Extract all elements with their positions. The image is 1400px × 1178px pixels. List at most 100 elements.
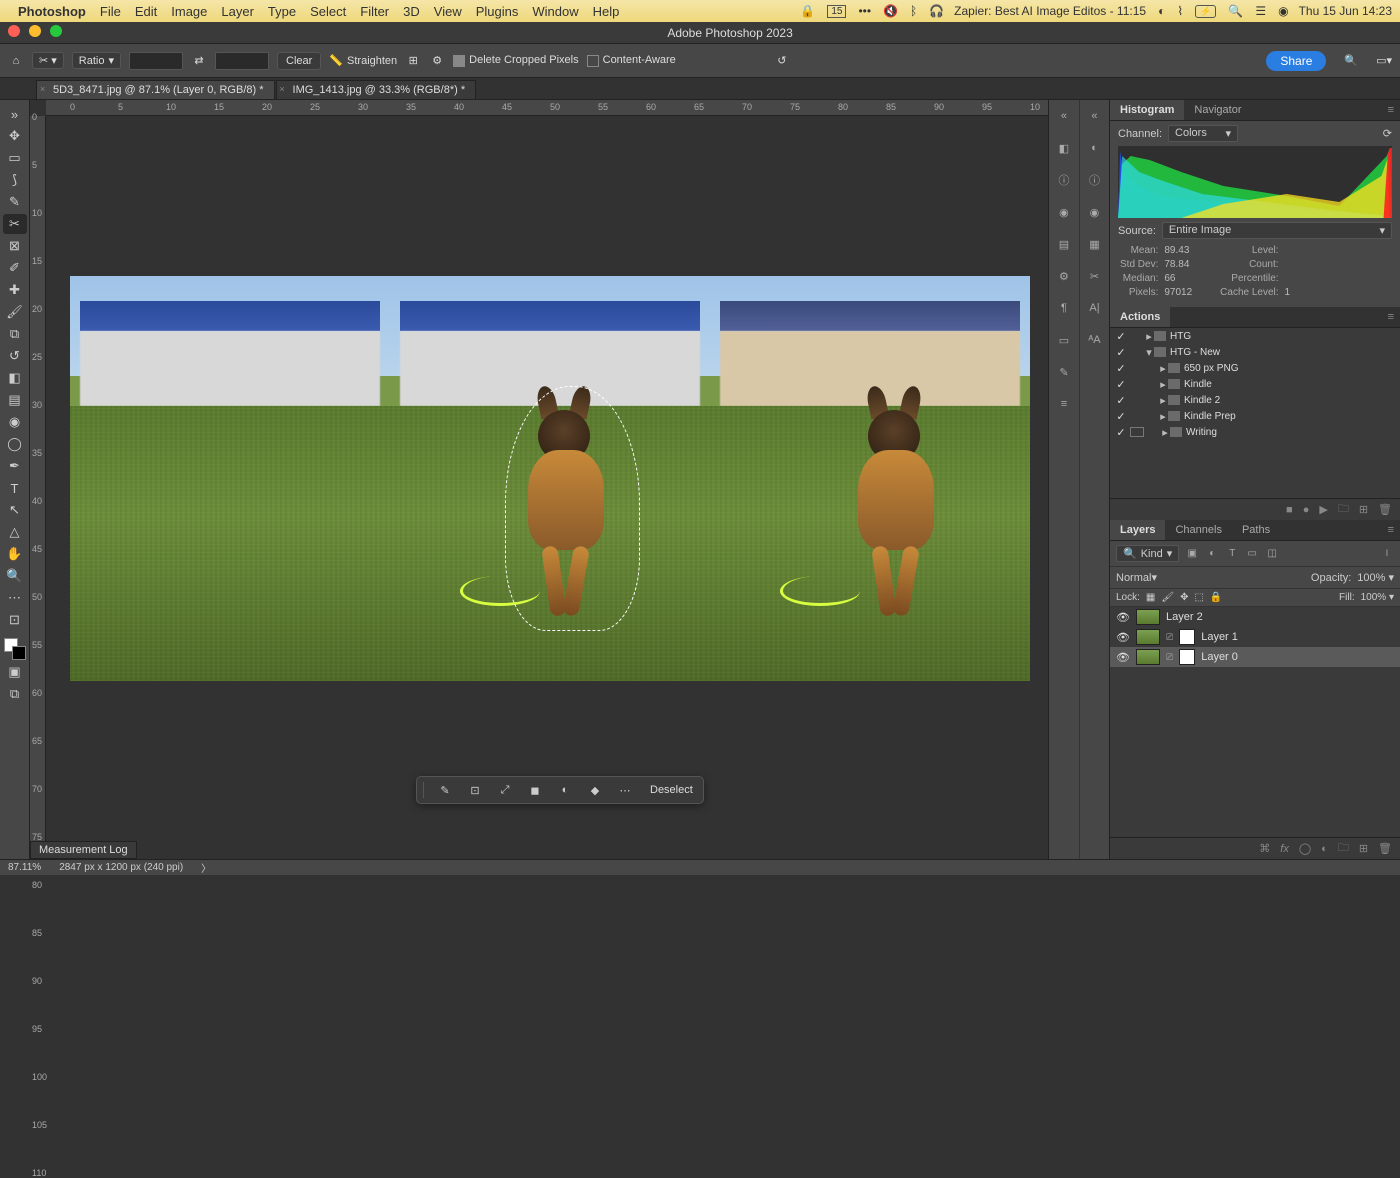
tab-channels[interactable]: Channels <box>1165 520 1231 540</box>
adjustments-icon[interactable]: ◐ <box>1084 138 1104 158</box>
quick-select-tool[interactable]: ✎ <box>3 192 27 212</box>
selection-marquee[interactable] <box>505 386 640 631</box>
close-tab-icon[interactable]: × <box>280 84 285 94</box>
ratio-height[interactable] <box>215 52 269 70</box>
ruler-vertical[interactable]: 0510152025303540455055606570758085909510… <box>30 116 46 859</box>
char-styles-icon[interactable]: ᴬA <box>1084 330 1104 350</box>
frame-tool[interactable]: ⊠ <box>3 236 27 256</box>
filter-toggle-icon[interactable]: ⏽ <box>1380 547 1394 561</box>
quick-mask-icon[interactable]: ▣ <box>3 662 27 682</box>
menu-layer[interactable]: Layer <box>221 4 254 19</box>
action-item[interactable]: ✓▸Kindle Prep <box>1110 408 1400 424</box>
adjustments-panel-icon[interactable]: ⚙ <box>1054 266 1074 286</box>
new-set-icon[interactable]: 🗀 <box>1338 500 1349 519</box>
fill-icon[interactable]: ◆ <box>586 781 604 799</box>
shape-tool[interactable]: △ <box>3 522 27 542</box>
clock[interactable]: Thu 15 Jun 14:23 <box>1299 4 1392 18</box>
mute-icon[interactable]: 🔇 <box>883 4 898 18</box>
blend-mode-select[interactable]: Normal▾ <box>1116 571 1206 584</box>
channel-select[interactable]: Colors▾ <box>1168 125 1238 142</box>
zoom-level[interactable]: 87.11% <box>8 862 41 873</box>
lock-image-icon[interactable]: 🖌 <box>1161 592 1174 603</box>
history-brush-tool[interactable]: ↺ <box>3 346 27 366</box>
color-swatches[interactable] <box>4 638 26 660</box>
path-select-tool[interactable]: ↖ <box>3 500 27 520</box>
close-window[interactable] <box>8 25 20 37</box>
visibility-icon[interactable]: 👁 <box>1116 651 1130 664</box>
moon-icon[interactable]: ◐ <box>1158 4 1165 18</box>
edit-toolbar-icon[interactable]: ⊡ <box>3 610 27 630</box>
action-item[interactable]: ✓▸Kindle <box>1110 376 1400 392</box>
properties-panel-icon[interactable]: ⓘ <box>1054 170 1074 190</box>
panel-menu-icon[interactable]: ≡ <box>1382 307 1400 327</box>
layer-mask-icon[interactable]: ◯ <box>1299 842 1311 855</box>
type-tool[interactable]: T <box>3 478 27 498</box>
menu-filter[interactable]: Filter <box>360 4 389 19</box>
panel-menu-icon[interactable]: ≡ <box>1382 100 1400 120</box>
panel-menu-icon[interactable]: ≡ <box>1382 520 1400 540</box>
layer-row[interactable]: 👁⎚Layer 0 <box>1110 647 1400 667</box>
tool-presets-icon[interactable]: ✂ <box>1084 266 1104 286</box>
styles-panel-icon[interactable]: ≡ <box>1054 394 1074 414</box>
action-item[interactable]: ✓▸HTG <box>1110 328 1400 344</box>
content-aware-checkbox[interactable]: Content-Aware <box>587 54 676 66</box>
menu-view[interactable]: View <box>434 4 462 19</box>
menubar-app-text[interactable]: Zapier: Best AI Image Editos ‑ 11:15 <box>954 4 1146 18</box>
zoom-window[interactable] <box>50 25 62 37</box>
close-tab-icon[interactable]: × <box>40 84 45 94</box>
control-center-icon[interactable]: ☰ <box>1255 4 1266 18</box>
lock-all-icon[interactable]: 🔒 <box>1210 592 1222 603</box>
status-more-icon[interactable]: 〉 <box>201 860 211 875</box>
menu-help[interactable]: Help <box>593 4 620 19</box>
zoom-tool[interactable]: 🔍 <box>3 566 27 586</box>
visibility-icon[interactable]: 👁 <box>1116 611 1130 624</box>
move-tool[interactable]: ✥ <box>3 126 27 146</box>
swap-icon[interactable]: ⇄ <box>191 54 207 67</box>
refresh-histogram-icon[interactable]: ⟳ <box>1383 127 1392 140</box>
gradient-tool[interactable]: ▤ <box>3 390 27 410</box>
straighten-button[interactable]: 📏Straighten <box>329 54 397 67</box>
filter-pixel-icon[interactable]: ▣ <box>1185 547 1199 561</box>
minimize-window[interactable] <box>29 25 41 37</box>
workspace-icon[interactable]: ▭▾ <box>1376 54 1392 67</box>
paragraph-panel-icon[interactable]: ¶ <box>1054 298 1074 318</box>
character-panel-icon[interactable]: A| <box>1084 298 1104 318</box>
opacity-value[interactable]: 100% ▾ <box>1357 571 1394 584</box>
mask-icon[interactable]: ◼ <box>526 781 544 799</box>
menu-3d[interactable]: 3D <box>403 4 420 19</box>
marquee-tool[interactable]: ▭ <box>3 148 27 168</box>
ratio-select[interactable]: Ratio ▾ <box>72 52 121 69</box>
filter-shape-icon[interactable]: ▭ <box>1245 547 1259 561</box>
crop-settings-icon[interactable]: ⚙ <box>429 54 445 67</box>
search-icon[interactable]: 🔍 <box>1344 54 1358 67</box>
action-item[interactable]: ✓▸Kindle 2 <box>1110 392 1400 408</box>
select-subject-icon[interactable]: ✎ <box>436 781 454 799</box>
reset-icon[interactable]: ↺ <box>774 54 790 67</box>
eraser-tool[interactable]: ◧ <box>3 368 27 388</box>
siri-icon[interactable]: ◉ <box>1278 4 1288 18</box>
collapse-toolbar-icon[interactable]: » <box>3 104 27 124</box>
layer-fx-icon[interactable]: fx <box>1280 843 1289 855</box>
crop-tool[interactable]: ✂ <box>3 214 27 234</box>
collapse-right-icon[interactable]: « <box>1084 106 1104 126</box>
filter-type-icon[interactable]: T <box>1225 547 1239 561</box>
blur-tool[interactable]: ◉ <box>3 412 27 432</box>
action-item[interactable]: ✓▾HTG - New <box>1110 344 1400 360</box>
clear-button[interactable]: Clear <box>277 52 321 70</box>
share-button[interactable]: Share <box>1266 51 1326 71</box>
layer-row[interactable]: 👁Layer 2 <box>1110 607 1400 627</box>
record-icon[interactable]: ● <box>1303 504 1310 516</box>
info-panel-icon[interactable]: ⓘ <box>1084 170 1104 190</box>
more-icon[interactable]: ••• <box>858 4 871 18</box>
action-item[interactable]: ✓▸650 px PNG <box>1110 360 1400 376</box>
menu-window[interactable]: Window <box>532 4 578 19</box>
menu-select[interactable]: Select <box>310 4 346 19</box>
link-layers-icon[interactable]: ⌘ <box>1259 842 1270 855</box>
menu-file[interactable]: File <box>100 4 121 19</box>
tab-actions[interactable]: Actions <box>1110 307 1170 327</box>
measurement-log-tab[interactable]: Measurement Log <box>30 841 137 859</box>
visibility-icon[interactable]: 👁 <box>1116 631 1130 644</box>
menu-type[interactable]: Type <box>268 4 296 19</box>
doc-dimensions[interactable]: 2847 px x 1200 px (240 ppi) <box>59 862 183 873</box>
play-icon[interactable]: ▶ <box>1319 503 1327 516</box>
